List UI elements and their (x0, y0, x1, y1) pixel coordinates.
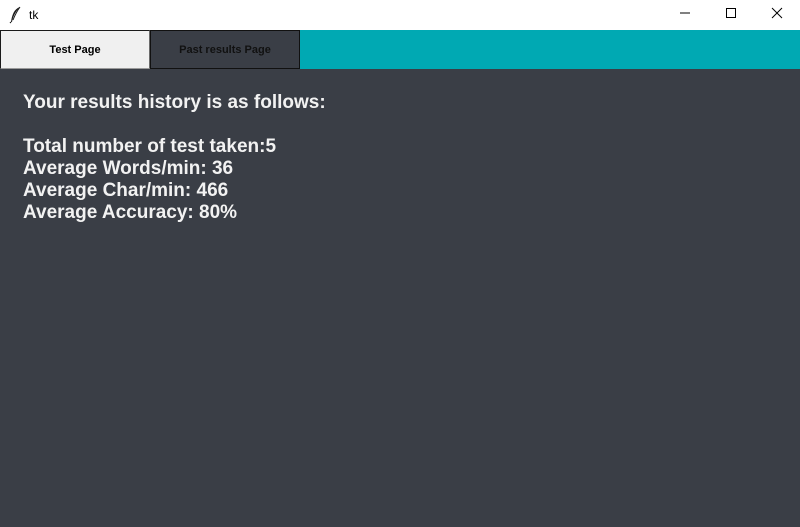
results-panel: Your results history is as follows: Tota… (23, 92, 326, 224)
total-tests-text: Total number of test taken:5 (23, 136, 277, 157)
minimize-icon (679, 6, 691, 24)
title-bar: tk (0, 0, 800, 30)
app-window: tk Test Page Past results Page Your resu… (0, 0, 800, 527)
maximize-button[interactable] (708, 0, 754, 30)
average-chars-text: Average Char/min: 466 (23, 180, 229, 201)
feather-icon (8, 6, 24, 24)
results-heading: Your results history is as follows: (23, 92, 326, 113)
maximize-icon (725, 6, 737, 24)
average-accuracy-text: Average Accuracy: 80% (23, 202, 238, 223)
tab-test-page[interactable]: Test Page (0, 30, 150, 69)
average-words-text: Average Words/min: 36 (23, 158, 234, 179)
close-button[interactable] (754, 0, 800, 30)
close-icon (771, 6, 783, 24)
tab-past-results-page[interactable]: Past results Page (150, 30, 300, 69)
minimize-button[interactable] (662, 0, 708, 30)
window-title: tk (29, 8, 39, 22)
tab-bar: Test Page Past results Page (0, 30, 800, 69)
